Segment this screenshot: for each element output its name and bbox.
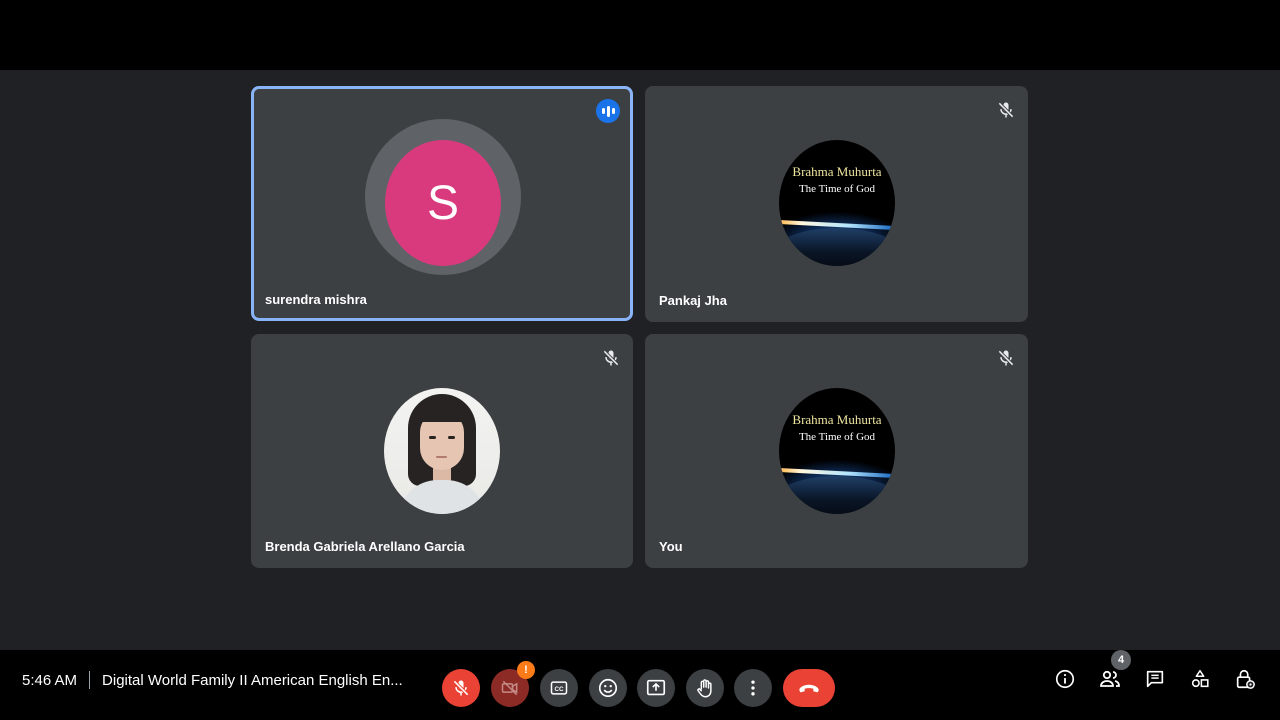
people-icon [1100, 670, 1120, 687]
participant-name: Pankaj Jha [659, 293, 727, 308]
people-button[interactable] [1097, 666, 1123, 692]
captions-button[interactable]: CC [540, 669, 578, 707]
mic-off-icon [603, 350, 619, 366]
speaking-indicator-icon [596, 99, 620, 123]
control-bar: 5:46 AM Digital World Family II American… [0, 650, 1280, 720]
chat-icon [1146, 670, 1164, 688]
activities-button[interactable] [1187, 666, 1213, 692]
camera-toggle-button[interactable]: ! [491, 661, 535, 707]
host-controls-button[interactable] [1232, 666, 1258, 692]
leave-call-icon [799, 684, 819, 693]
leave-call-button[interactable] [783, 669, 835, 707]
mic-toggle-button[interactable] [442, 669, 480, 707]
reactions-button[interactable] [589, 669, 627, 707]
mic-off-icon [998, 102, 1014, 118]
activities-icon [1191, 669, 1209, 688]
raise-hand-icon [697, 679, 712, 698]
svg-text:CC: CC [554, 686, 564, 693]
avatar-title: Brahma Muhurta [792, 164, 882, 179]
host-controls-icon [1236, 669, 1255, 689]
meeting-info-button[interactable] [1052, 666, 1078, 692]
present-screen-icon [646, 679, 666, 696]
more-options-button[interactable] [734, 669, 772, 707]
participant-tile-you[interactable]: Brahma Muhurta The Time of God You [645, 334, 1028, 568]
present-button[interactable] [637, 669, 675, 707]
emoji-icon [598, 678, 618, 698]
info-icon [1055, 669, 1075, 689]
meeting-stage: S surendra mishra Brahma Muhurta The Tim… [0, 70, 1280, 707]
participant-tile-brenda[interactable]: Brenda Gabriela Arellano Garcia [251, 334, 633, 568]
avatar-title: Brahma Muhurta [792, 412, 882, 427]
camera-warning-badge: ! [517, 661, 535, 679]
divider [89, 671, 91, 689]
camera-off-icon [501, 680, 518, 696]
participant-name: You [659, 539, 683, 554]
meeting-title: Digital World Family II American English… [102, 671, 403, 689]
participant-name: Brenda Gabriela Arellano Garcia [265, 539, 465, 554]
participant-tile-pankaj[interactable]: Brahma Muhurta The Time of God Pankaj Jh… [645, 86, 1028, 322]
avatar-subtitle: The Time of God [798, 431, 876, 443]
clock: 5:46 AM [22, 671, 78, 689]
avatar: S [385, 140, 501, 266]
mic-off-icon [998, 350, 1014, 366]
more-options-icon [751, 680, 755, 696]
participant-name: surendra mishra [265, 292, 367, 307]
raise-hand-button[interactable] [686, 669, 724, 707]
avatar-photo [384, 388, 500, 514]
chat-button[interactable] [1142, 666, 1168, 692]
avatar: Brahma Muhurta The Time of God [779, 140, 895, 266]
captions-icon: CC [550, 681, 568, 695]
meeting-details: 5:46 AM Digital World Family II American… [22, 671, 403, 689]
avatar: Brahma Muhurta The Time of God [779, 388, 895, 514]
participant-tile-surendra[interactable]: S surendra mishra [251, 86, 633, 321]
avatar-subtitle: The Time of God [798, 183, 876, 195]
mic-off-icon [453, 680, 469, 696]
